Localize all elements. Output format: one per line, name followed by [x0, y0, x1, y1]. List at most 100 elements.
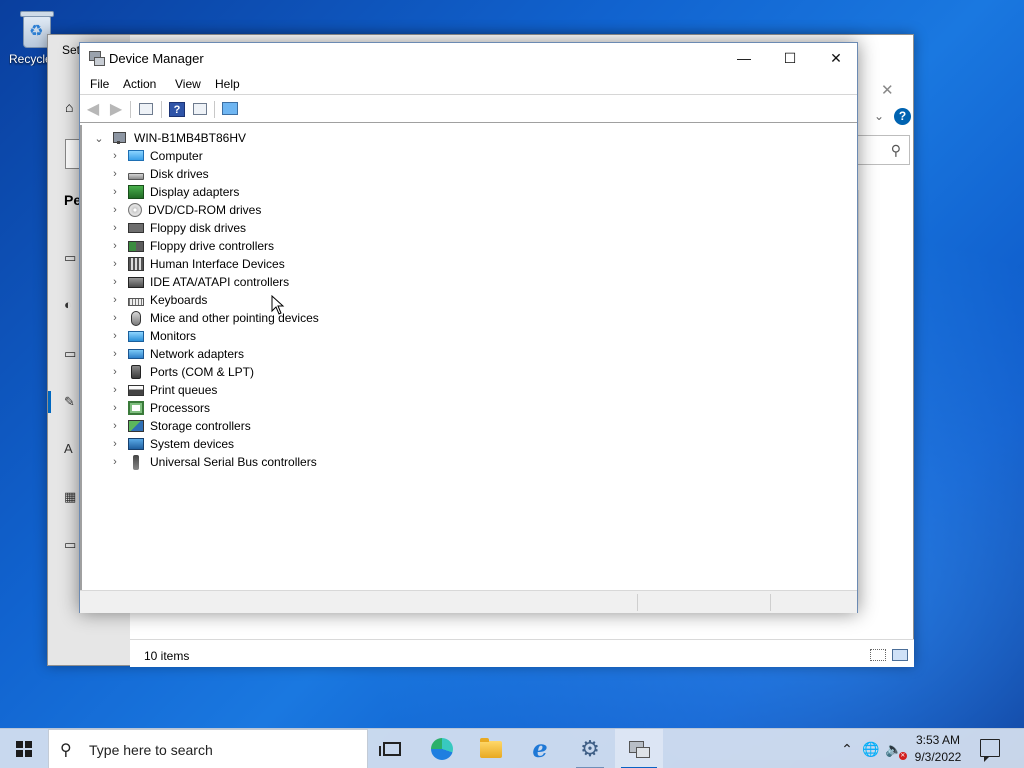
- device-tree[interactable]: ⌄ WIN-B1MB4BT86HV › Computer › Disk drives ›…: [80, 125, 857, 590]
- help-icon[interactable]: ?: [894, 108, 911, 125]
- edge-button[interactable]: [418, 729, 466, 768]
- help-icon: ?: [169, 102, 185, 117]
- task-view-button[interactable]: [368, 729, 416, 768]
- back-arrow-icon[interactable]: ◀: [83, 100, 103, 119]
- device-category-row[interactable]: › Display adapters: [108, 183, 239, 201]
- task-view-icon: [379, 742, 401, 756]
- status-divider: [637, 594, 638, 611]
- system-device-icon: [128, 438, 144, 450]
- toolbar-separator: [214, 101, 215, 118]
- chevron-down-icon[interactable]: ⌄: [874, 109, 884, 123]
- device-category-row[interactable]: › Keyboards: [108, 291, 207, 309]
- expand-chevron-icon[interactable]: ›: [108, 348, 122, 360]
- search-icon: ⚲: [60, 742, 72, 759]
- menu-action[interactable]: Action: [123, 77, 156, 91]
- expand-chevron-icon[interactable]: ›: [108, 402, 122, 414]
- expand-chevron-icon[interactable]: ›: [108, 330, 122, 342]
- scan-hardware-button[interactable]: [220, 100, 240, 119]
- device-category-row[interactable]: › Human Interface Devices: [108, 255, 285, 273]
- window-title: Device Manager: [109, 51, 204, 66]
- expand-chevron-icon[interactable]: ›: [108, 456, 122, 468]
- expand-chevron-icon[interactable]: ›: [108, 204, 122, 216]
- device-category-row[interactable]: › Mice and other pointing devices: [108, 309, 319, 327]
- minimize-button[interactable]: —: [721, 43, 767, 73]
- printer-icon: [128, 384, 144, 396]
- title-bar[interactable]: Device Manager — ☐ ✕: [80, 43, 857, 73]
- device-category-row[interactable]: › System devices: [108, 435, 234, 453]
- properties-button[interactable]: [190, 100, 210, 119]
- menu-file[interactable]: File: [90, 77, 109, 91]
- device-manager-icon: [629, 741, 650, 758]
- windows-logo-icon: [16, 741, 32, 757]
- device-category-row[interactable]: › DVD/CD-ROM drives: [108, 201, 261, 219]
- expand-chevron-icon[interactable]: ›: [108, 168, 122, 180]
- device-manager-taskbar-button[interactable]: [615, 729, 663, 768]
- device-category-row[interactable]: › Network adapters: [108, 345, 244, 363]
- start-button[interactable]: [0, 729, 48, 768]
- device-category-row[interactable]: › Disk drives: [108, 165, 209, 183]
- collapse-chevron-icon[interactable]: ⌄: [92, 132, 106, 145]
- device-manager-window[interactable]: Device Manager — ☐ ✕ File Action View He…: [79, 42, 858, 613]
- details-view-icon[interactable]: [870, 649, 886, 661]
- device-category-label: Mice and other pointing devices: [150, 311, 319, 325]
- device-category-label: IDE ATA/ATAPI controllers: [150, 275, 290, 289]
- volume-button[interactable]: 🔈 ✕: [884, 729, 907, 768]
- file-explorer-button[interactable]: [467, 729, 515, 768]
- device-category-label: Keyboards: [150, 293, 208, 307]
- device-category-row[interactable]: › Print queues: [108, 381, 217, 399]
- settings-search-input[interactable]: ⚲: [858, 135, 910, 165]
- taskbar-search-box[interactable]: ⚲ Type here to search: [48, 729, 368, 768]
- expand-chevron-icon[interactable]: ›: [108, 276, 122, 288]
- device-category-label: Ports (COM & LPT): [150, 365, 255, 379]
- tree-root-node[interactable]: ⌄ WIN-B1MB4BT86HV: [92, 129, 246, 147]
- expand-chevron-icon[interactable]: ›: [108, 186, 122, 198]
- expand-chevron-icon[interactable]: ›: [108, 258, 122, 270]
- menu-view[interactable]: View: [175, 77, 201, 91]
- expand-chevron-icon[interactable]: ›: [108, 384, 122, 396]
- close-icon[interactable]: ✕: [881, 81, 894, 99]
- device-category-row[interactable]: › Computer: [108, 147, 203, 165]
- device-category-row[interactable]: › IDE ATA/ATAPI controllers: [108, 273, 289, 291]
- network-adapter-icon: [128, 349, 144, 359]
- expand-chevron-icon[interactable]: ›: [108, 294, 122, 306]
- expand-chevron-icon[interactable]: ›: [108, 312, 122, 324]
- mouse-cursor-icon: [271, 295, 285, 315]
- ide-controller-icon: [128, 276, 144, 288]
- close-button[interactable]: ✕: [813, 43, 859, 73]
- expand-chevron-icon[interactable]: ›: [108, 240, 122, 252]
- device-category-label: Storage controllers: [150, 419, 251, 433]
- expand-chevron-icon[interactable]: ›: [108, 222, 122, 234]
- console-tree-icon: [139, 103, 153, 115]
- network-button[interactable]: 🌐: [860, 729, 882, 768]
- home-icon[interactable]: ⌂: [65, 99, 73, 115]
- device-category-label: Processors: [150, 401, 211, 415]
- show-hidden-icons-button[interactable]: ⌃: [838, 729, 856, 768]
- menu-help[interactable]: Help: [215, 77, 240, 91]
- expand-chevron-icon[interactable]: ›: [108, 420, 122, 432]
- settings-status-bar: 10 items: [130, 639, 914, 667]
- taskbar: ⚲ Type here to search e ⚙ ⌃ 🌐 🔈 ✕ 3:53 AM…: [0, 728, 1024, 768]
- show-hide-console-tree-button[interactable]: [136, 100, 156, 119]
- dvd-drive-icon: [128, 203, 142, 217]
- device-category-row[interactable]: › Universal Serial Bus controllers: [108, 453, 317, 471]
- device-category-row[interactable]: › Storage controllers: [108, 417, 251, 435]
- clock[interactable]: 3:53 AM 9/3/2022: [906, 732, 970, 766]
- internet-explorer-button[interactable]: e: [516, 729, 564, 768]
- large-icons-view-icon[interactable]: [892, 649, 908, 661]
- device-category-row[interactable]: › Ports (COM & LPT): [108, 363, 254, 381]
- settings-taskbar-button[interactable]: ⚙: [566, 729, 614, 768]
- expand-chevron-icon[interactable]: ›: [108, 366, 122, 378]
- notification-center-icon[interactable]: [980, 739, 1000, 762]
- forward-arrow-icon[interactable]: ▶: [106, 100, 126, 119]
- clock-time: 3:53 AM: [915, 733, 961, 747]
- device-category-row[interactable]: › Monitors: [108, 327, 196, 345]
- settings-side-panel: [858, 190, 914, 440]
- help-button[interactable]: ?: [167, 100, 187, 119]
- maximize-button[interactable]: ☐: [767, 43, 813, 73]
- monitor-icon: [128, 330, 144, 342]
- expand-chevron-icon[interactable]: ›: [108, 150, 122, 162]
- device-category-row[interactable]: › Floppy drive controllers: [108, 237, 274, 255]
- expand-chevron-icon[interactable]: ›: [108, 438, 122, 450]
- device-category-row[interactable]: › Floppy disk drives: [108, 219, 246, 237]
- device-category-row[interactable]: › Processors: [108, 399, 210, 417]
